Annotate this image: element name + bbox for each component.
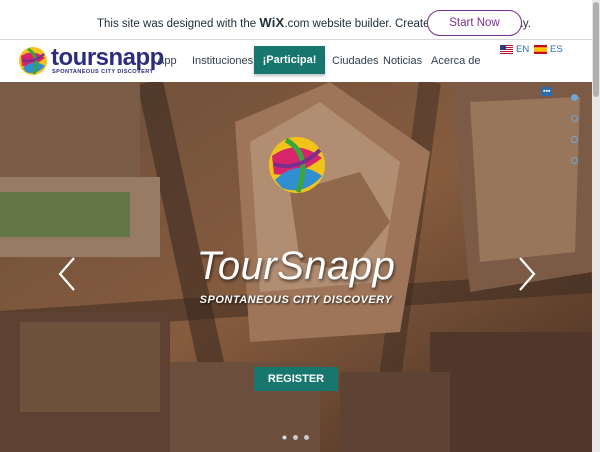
slide-dot[interactable] xyxy=(304,435,309,440)
language-en[interactable]: EN xyxy=(500,44,529,55)
site-logo[interactable]: toursnapp SPONTANEOUS CITY DISCOVERY xyxy=(18,44,164,78)
wix-text-before: This site was designed with the xyxy=(97,18,260,30)
start-now-button[interactable]: Start Now xyxy=(427,10,522,36)
slide-dot[interactable] xyxy=(293,435,298,440)
language-en-label: EN xyxy=(516,44,530,55)
hero-slideshow: ▪▪▪ in f t ◙ TourSnapp SPONTANEOUS CITY … xyxy=(0,82,592,452)
slide-pagination xyxy=(282,435,309,440)
nav-app[interactable]: App xyxy=(157,40,177,82)
nav-acerca-de[interactable]: Acerca de xyxy=(431,40,481,82)
scrollbar-thumb[interactable] xyxy=(593,2,599,97)
nav-ciudades[interactable]: Ciudades xyxy=(332,40,378,82)
language-es-label: ES xyxy=(550,44,563,55)
slide-dot[interactable] xyxy=(282,435,287,440)
site-header: toursnapp SPONTANEOUS CITY DISCOVERY App… xyxy=(0,40,592,82)
language-es[interactable]: ES xyxy=(534,44,563,55)
hero-logo-icon xyxy=(269,137,325,193)
wix-badge: ▪▪▪ xyxy=(541,87,553,96)
us-flag-icon xyxy=(500,45,513,54)
hero-title: TourSnapp xyxy=(196,244,396,288)
section-dot[interactable] xyxy=(571,157,578,164)
nav-participa[interactable]: ¡Participa! xyxy=(254,46,325,74)
section-dot[interactable] xyxy=(571,94,578,101)
nav-noticias[interactable]: Noticias xyxy=(383,40,422,82)
section-dot[interactable] xyxy=(571,115,578,122)
register-button[interactable]: REGISTER xyxy=(254,367,338,391)
wix-banner: This site was designed with the WiX.com … xyxy=(0,0,592,40)
wix-brand: WiX xyxy=(259,15,285,30)
logo-tagline: SPONTANEOUS CITY DISCOVERY xyxy=(52,69,154,75)
section-dot[interactable] xyxy=(571,136,578,143)
hero-subtitle: SPONTANEOUS CITY DISCOVERY xyxy=(199,294,393,306)
nav-instituciones[interactable]: Instituciones xyxy=(192,40,253,82)
vertical-section-nav xyxy=(571,94,578,164)
logo-wordmark: toursnapp xyxy=(51,44,164,71)
es-flag-icon xyxy=(534,45,547,54)
logo-ball-icon xyxy=(19,47,47,75)
